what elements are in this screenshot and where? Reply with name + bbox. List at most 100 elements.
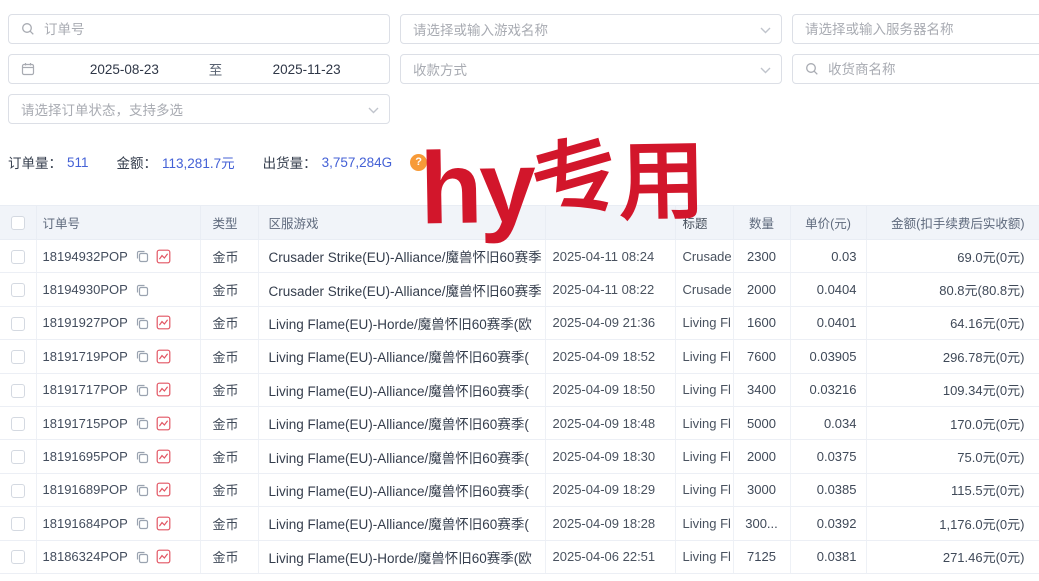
question-mark-icon[interactable]: ? (410, 154, 427, 171)
qty-cell: 7125 (733, 540, 790, 573)
amount-cell: 109.34元(0元) (866, 373, 1039, 406)
amount-cell: 1,176.0元(0元) (866, 507, 1039, 540)
merchant-input[interactable] (826, 61, 1039, 78)
image-icon[interactable] (156, 449, 171, 464)
date-range-picker[interactable]: 2025-08-23 至 2025-11-23 (8, 54, 390, 84)
date-start-value[interactable]: 2025-08-23 (42, 62, 207, 77)
row-checkbox-cell (0, 540, 36, 573)
game-cell: Living Flame(EU)-Alliance/魔兽怀旧60赛季( (258, 373, 545, 406)
order-count-value: 511 (67, 155, 89, 170)
time-cell: 2025-04-09 18:28 (545, 507, 675, 540)
row-checkbox[interactable] (11, 550, 25, 564)
amount-cell: 69.0元(0元) (866, 240, 1039, 273)
qty-cell: 3400 (733, 373, 790, 406)
qty-cell: 2000 (733, 273, 790, 306)
time-cell: 2025-04-09 18:50 (545, 373, 675, 406)
copy-icon[interactable] (135, 249, 149, 263)
row-checkbox[interactable] (11, 517, 25, 531)
row-checkbox[interactable] (11, 250, 25, 264)
server-input-wrap (792, 14, 1039, 44)
order-no-text: 18194930POP (43, 282, 128, 297)
time-cell: 2025-04-09 18:52 (545, 340, 675, 373)
order-no-cell: 18191717POP (36, 373, 200, 406)
order-no-cell: 18191927POP (36, 306, 200, 339)
col-header-amount: 金额(扣手续费后实收额) (866, 206, 1039, 240)
price-cell: 0.03216 (790, 373, 866, 406)
order-no-text: 18186324POP (43, 549, 128, 564)
image-icon[interactable] (156, 349, 171, 364)
order-no-cell: 18194932POP (36, 240, 200, 273)
row-checkbox[interactable] (11, 450, 25, 464)
type-cell: 金币 (200, 406, 258, 439)
row-checkbox[interactable] (11, 283, 25, 297)
game-cell: Living Flame(EU)-Horde/魔兽怀旧60赛季(欧 (258, 540, 545, 573)
row-checkbox[interactable] (11, 384, 25, 398)
row-checkbox[interactable] (11, 317, 25, 331)
qty-cell: 5000 (733, 406, 790, 439)
row-checkbox-cell (0, 473, 36, 506)
status-select-placeholder: 请选择订单状态，支持多选 (9, 99, 389, 119)
copy-icon[interactable] (135, 516, 149, 530)
image-icon[interactable] (156, 382, 171, 397)
server-input[interactable] (793, 21, 1039, 38)
payment-method-select[interactable]: 收款方式 (400, 54, 782, 84)
type-cell: 金币 (200, 240, 258, 273)
volume-value: 3,757,284G (322, 155, 393, 170)
title-cell: Crusade (675, 273, 733, 306)
game-cell: Living Flame(EU)-Alliance/魔兽怀旧60赛季( (258, 473, 545, 506)
select-all-cell (0, 206, 36, 240)
image-icon[interactable] (156, 516, 171, 531)
amount-cell: 115.5元(0元) (866, 473, 1039, 506)
chevron-down-icon (760, 67, 771, 74)
image-icon[interactable] (156, 315, 171, 330)
qty-cell: 2000 (733, 440, 790, 473)
table-body: 18194932POP 金币 Crusader Strike(EU)-Allia… (0, 240, 1039, 574)
title-cell: Living Fl (675, 440, 733, 473)
copy-icon[interactable] (135, 316, 149, 330)
game-cell: Living Flame(EU)-Alliance/魔兽怀旧60赛季( (258, 507, 545, 540)
type-cell: 金币 (200, 507, 258, 540)
price-cell: 0.03905 (790, 340, 866, 373)
copy-icon[interactable] (135, 283, 149, 297)
copy-icon[interactable] (135, 349, 149, 363)
order-status-select[interactable]: 请选择订单状态，支持多选 (8, 94, 390, 124)
qty-cell: 3000 (733, 473, 790, 506)
col-header-game: 区服游戏 (258, 206, 545, 240)
game-cell: Living Flame(EU)-Alliance/魔兽怀旧60赛季( (258, 406, 545, 439)
order-number-input[interactable] (42, 21, 389, 38)
copy-icon[interactable] (135, 383, 149, 397)
col-header-type: 类型 (200, 206, 258, 240)
type-cell: 金币 (200, 306, 258, 339)
row-checkbox[interactable] (11, 484, 25, 498)
order-count-stat: 订单量： 511 (8, 152, 89, 172)
game-select[interactable]: 请选择或输入游戏名称 (400, 14, 782, 44)
copy-icon[interactable] (135, 450, 149, 464)
image-icon[interactable] (156, 549, 171, 564)
table-row: 18194932POP 金币 Crusader Strike(EU)-Allia… (0, 240, 1039, 273)
date-range-separator: 至 (207, 59, 225, 79)
image-icon[interactable] (156, 482, 171, 497)
game-cell: Crusader Strike(EU)-Alliance/魔兽怀旧60赛季 (258, 240, 545, 273)
row-checkbox-cell (0, 273, 36, 306)
time-cell: 2025-04-09 18:29 (545, 473, 675, 506)
image-icon[interactable] (156, 416, 171, 431)
col-header-order-no: 订单号 (36, 206, 200, 240)
time-cell: 2025-04-11 08:22 (545, 273, 675, 306)
select-all-checkbox[interactable] (11, 216, 25, 230)
copy-icon[interactable] (135, 550, 149, 564)
title-cell: Living Fl (675, 473, 733, 506)
table-row: 18191717POP 金币 Living Flame(EU)-Alliance… (0, 373, 1039, 406)
row-checkbox[interactable] (11, 417, 25, 431)
search-icon (21, 22, 35, 36)
copy-icon[interactable] (135, 416, 149, 430)
order-no-text: 18191927POP (43, 315, 128, 330)
amount-stat: 金额： 113,281.7元 (117, 152, 235, 172)
col-header-title: 标题 (675, 206, 733, 240)
time-cell: 2025-04-09 18:30 (545, 440, 675, 473)
volume-stat: 出货量： 3,757,284G (263, 152, 393, 172)
date-end-value[interactable]: 2025-11-23 (224, 62, 389, 77)
amount-cell: 271.46元(0元) (866, 540, 1039, 573)
row-checkbox[interactable] (11, 350, 25, 364)
copy-icon[interactable] (135, 483, 149, 497)
image-icon[interactable] (156, 249, 171, 264)
